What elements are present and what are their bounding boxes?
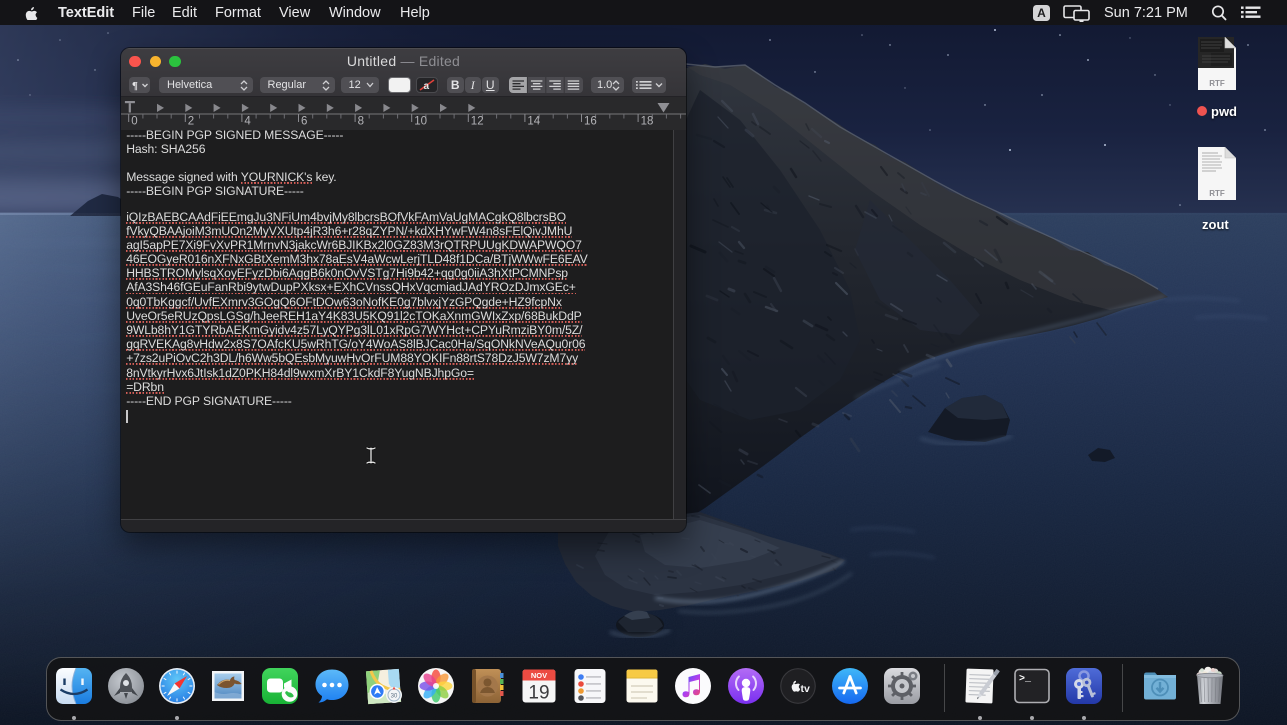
svg-text:tv: tv [801, 683, 810, 695]
svg-text:¶: ¶ [132, 80, 138, 92]
svg-text:19: 19 [528, 683, 549, 704]
svg-text:18: 18 [641, 116, 654, 128]
svg-text:12: 12 [471, 116, 484, 128]
svg-text:10: 10 [414, 116, 427, 128]
svg-text:6: 6 [301, 116, 307, 128]
svg-text:30: 30 [391, 694, 398, 700]
svg-text:2: 2 [188, 116, 194, 128]
svg-text:a: a [423, 81, 429, 92]
svg-text:8: 8 [358, 116, 364, 128]
svg-text:RTF: RTF [1209, 79, 1225, 88]
svg-text:0: 0 [131, 116, 137, 128]
svg-text:NOV: NOV [530, 671, 546, 680]
svg-text:4: 4 [244, 116, 251, 128]
svg-text:16: 16 [584, 116, 597, 128]
svg-text:RTF: RTF [1209, 189, 1225, 198]
svg-text:14: 14 [527, 116, 540, 128]
svg-text:>_: >_ [1019, 674, 1032, 685]
